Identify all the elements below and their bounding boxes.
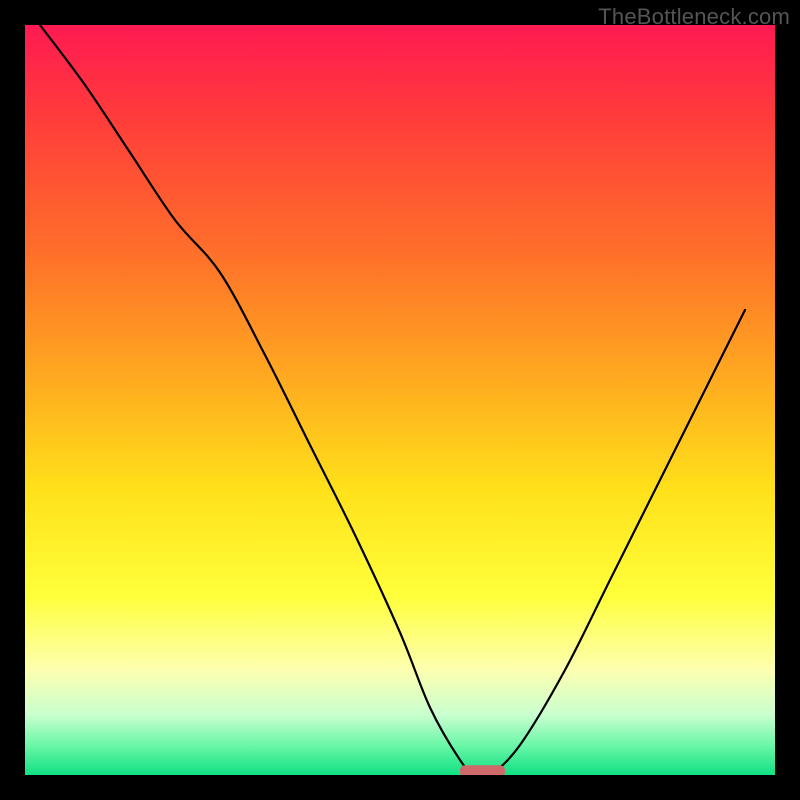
plot-area xyxy=(25,25,775,775)
gradient-background xyxy=(25,25,775,775)
chart-frame: TheBottleneck.com xyxy=(0,0,800,800)
bottleneck-chart-svg xyxy=(25,25,775,775)
optimal-marker xyxy=(460,765,505,775)
watermark-text: TheBottleneck.com xyxy=(598,4,790,30)
